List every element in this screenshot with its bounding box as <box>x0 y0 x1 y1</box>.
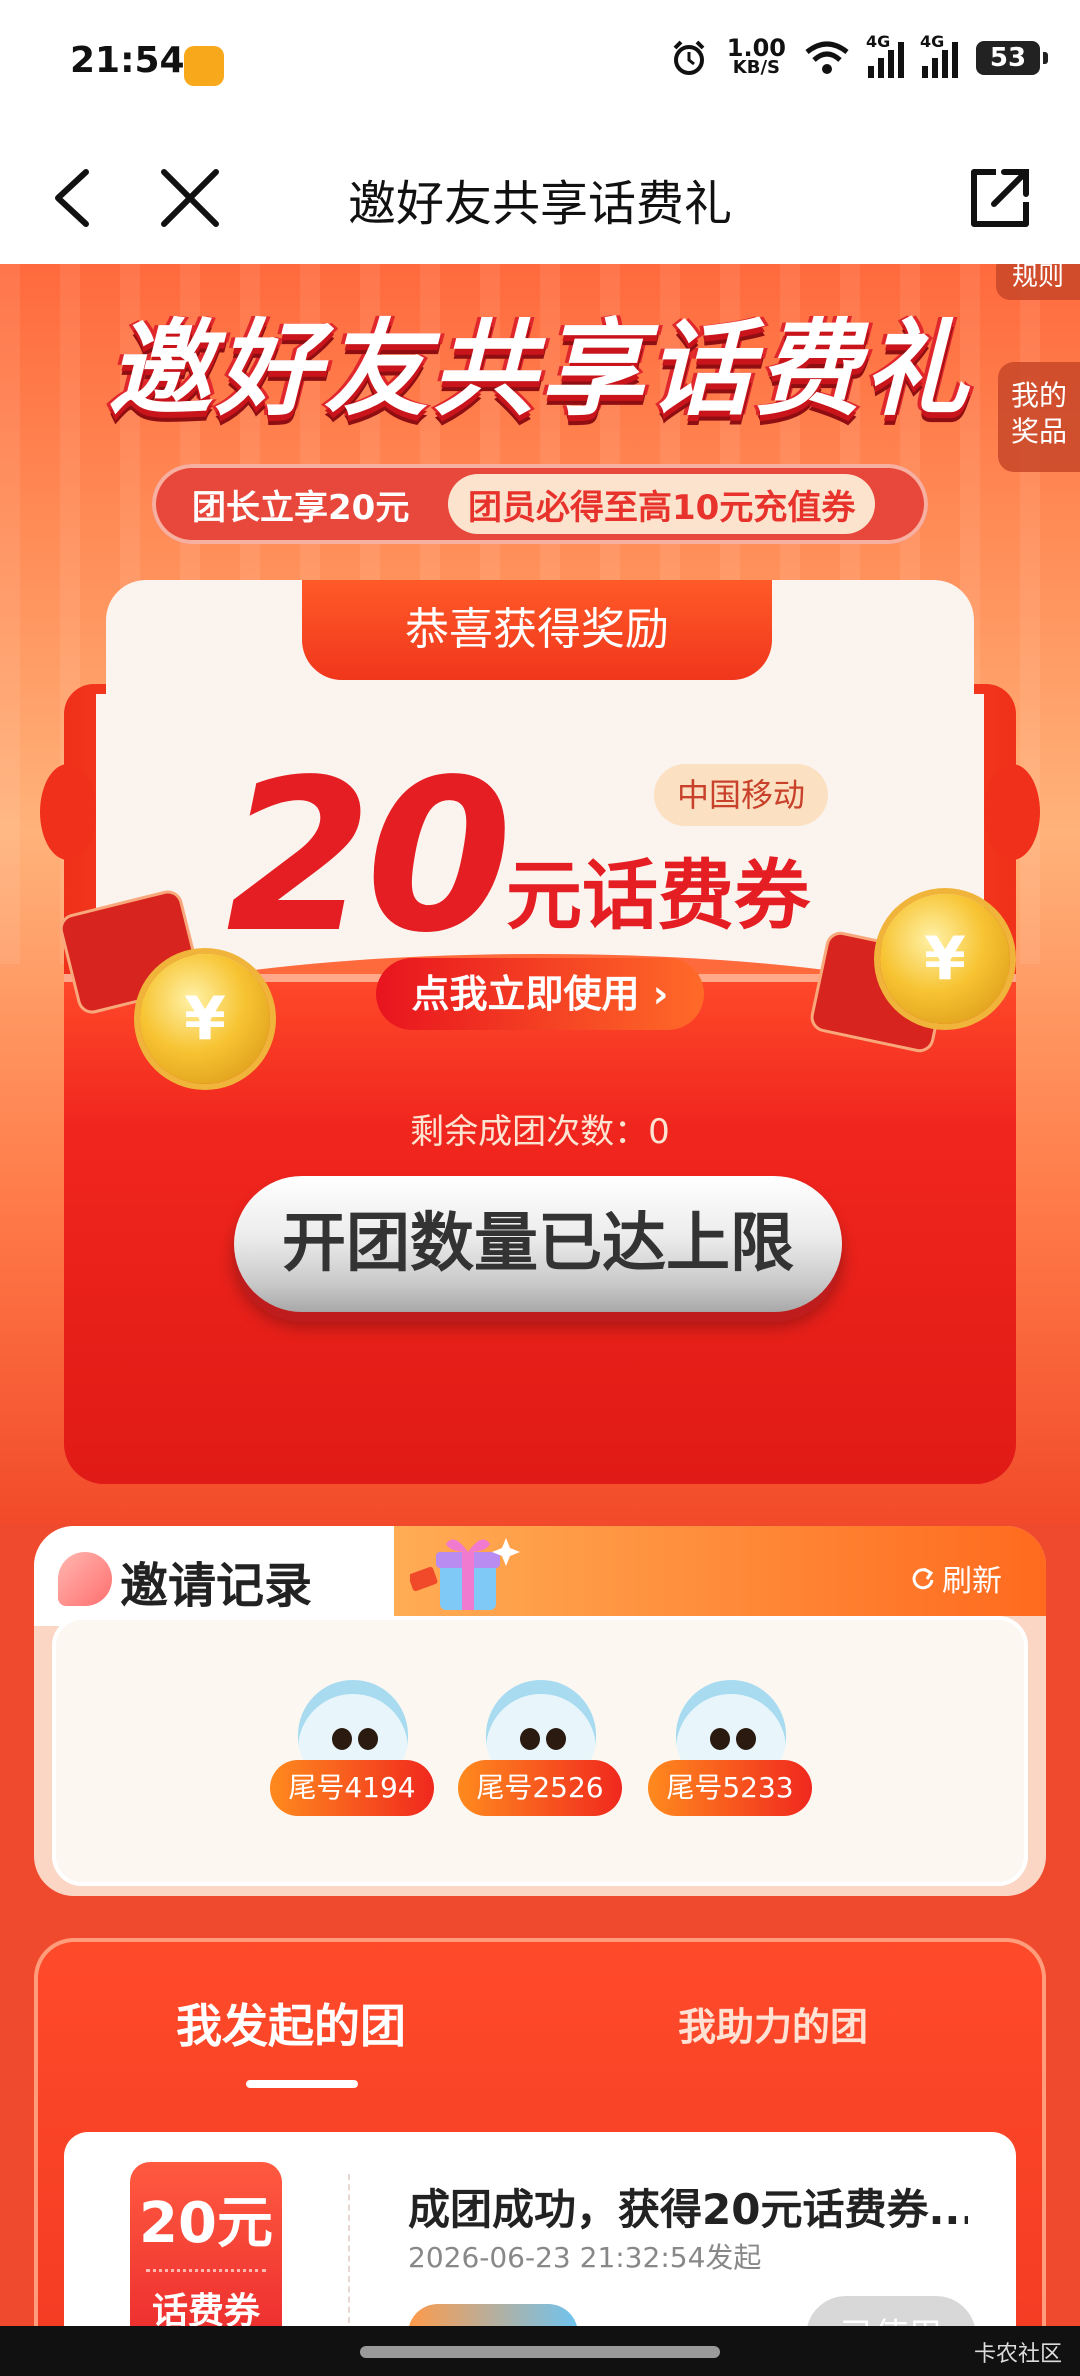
member-label: 尾号5233 <box>648 1760 812 1816</box>
rules-tab[interactable]: 规则 <box>996 264 1080 300</box>
member-label: 尾号2526 <box>458 1760 622 1816</box>
reward-amount: 20 <box>226 734 512 979</box>
coin-icon-right: ¥ <box>880 894 1010 1024</box>
member-label: 尾号4194 <box>270 1760 434 1816</box>
signal-icon-1: 4G <box>866 32 904 78</box>
page-title: 邀好友共享话费礼 <box>347 176 732 232</box>
card-notch-left <box>40 764 96 860</box>
weibo-app-icon <box>184 46 224 86</box>
coupon-amount: 20元 <box>139 2191 273 2256</box>
remaining-label: 剩余成团次数： <box>410 1112 649 1152</box>
hero-title: 邀好友共享话费礼 <box>107 308 972 430</box>
tab-started-groups[interactable]: 我发起的团 <box>176 1990 406 2056</box>
my-prize-tab[interactable]: 我的 奖品 <box>998 362 1080 472</box>
reward-unit: 元话费券 <box>506 851 810 940</box>
use-now-button[interactable]: 点我立即使用 › <box>376 958 704 1030</box>
watermark: 卡农社区 <box>973 2342 1062 2367</box>
group-limit-button[interactable]: 开团数量已达上限 <box>234 1176 842 1312</box>
remaining-count: 0 <box>648 1112 670 1152</box>
invite-title: 邀请记录 <box>120 1558 313 1614</box>
share-icon[interactable] <box>960 158 1040 238</box>
nav-bar: 邀好友共享话费礼 <box>0 128 1080 264</box>
hero-banner: 邀好友共享话费礼 规则 我的 奖品 团长立享20元 团员必得至高10元充值券 恭… <box>0 264 1080 1524</box>
signal-2-label: 4G <box>920 32 945 51</box>
coupon-divider <box>146 2269 266 2272</box>
card-notch-right <box>984 764 1040 860</box>
alarm-icon <box>673 40 705 75</box>
gift-icon <box>410 1538 520 1610</box>
leader-reward-text: 团长立享20元 <box>192 487 410 528</box>
invited-member: 尾号2526 <box>458 1680 622 1830</box>
coin-icon-left: ¥ <box>140 954 270 1084</box>
group-item-title: 成团成功，获得20元话费券... <box>408 2185 968 2234</box>
tab-helped-groups[interactable]: 我助力的团 <box>678 1996 868 2051</box>
status-time: 21:54 <box>70 40 185 81</box>
my-prize-line1: 我的 <box>1010 379 1067 412</box>
signal-1-label: 4G <box>866 32 891 51</box>
invite-title-tab: 邀请记录 <box>34 1526 394 1626</box>
system-nav-bar: 卡农社区 <box>0 2326 1080 2376</box>
invited-member: 尾号4194 <box>270 1680 434 1830</box>
net-speed-unit: KB/S <box>732 57 780 78</box>
group-item-time: 2026-06-23 21:32:54发起 <box>408 2241 762 2274</box>
remaining-groups: 剩余成团次数：0 <box>0 1104 1080 1153</box>
refresh-button[interactable]: 刷新 <box>910 1556 1002 1600</box>
signal-icon-2: 4G <box>920 32 958 78</box>
member-reward-text: 团员必得至高10元充值券 <box>448 474 876 534</box>
gesture-handle[interactable] <box>360 2346 720 2358</box>
net-speed: 1.00 KB/S <box>726 34 786 78</box>
my-prize-line2: 奖品 <box>1010 415 1067 448</box>
wifi-icon <box>805 41 849 74</box>
refresh-icon <box>912 1567 934 1590</box>
invite-icon <box>58 1552 112 1606</box>
battery-icon: 53 <box>976 41 1048 75</box>
refresh-label: 刷新 <box>942 1564 1002 1599</box>
invited-member: 尾号5233 <box>648 1680 812 1830</box>
status-bar: 21:54 1.00 KB/S 4G 4G 53 <box>0 0 1080 128</box>
active-tab-indicator <box>246 2080 358 2088</box>
carrier-badge: 中国移动 <box>654 764 828 826</box>
net-speed-value: 1.00 <box>726 34 786 62</box>
status-icons: 1.00 KB/S 4G 4G 53 <box>669 32 1048 78</box>
reward-ribbon: 恭喜获得奖励 <box>302 580 772 680</box>
reward-summary-pill: 团长立享20元 团员必得至高10元充值券 <box>152 464 928 544</box>
